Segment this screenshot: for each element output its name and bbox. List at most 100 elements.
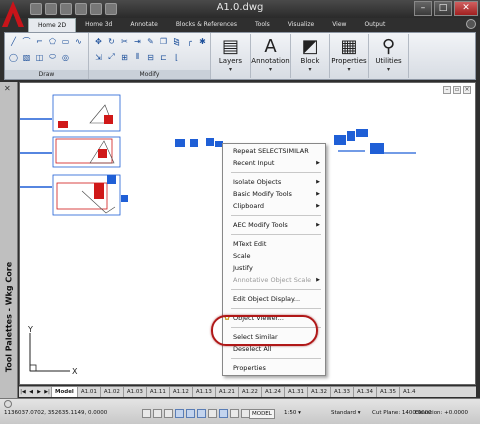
ellipse-tool-icon[interactable]: ⬭ (47, 52, 58, 62)
polygon-tool-icon[interactable]: ⬠ (47, 36, 58, 46)
boundary-tool-icon[interactable]: ◫ (34, 52, 45, 62)
palette-close-icon[interactable]: ✕ (4, 84, 11, 93)
layout-tab-a1-24[interactable]: A1.24 (260, 387, 284, 397)
layout-tab-a1-21[interactable]: A1.21 (214, 387, 238, 397)
break-tool-icon[interactable]: ⊟ (145, 52, 156, 62)
arc-tool-icon[interactable]: ⌒ (21, 36, 32, 46)
minimize-ribbon-icon[interactable] (466, 19, 476, 29)
close-button[interactable]: ✕ (454, 1, 478, 16)
layout-tab-a1-11[interactable]: A1.11 (145, 387, 169, 397)
ribbon-tab-view[interactable]: View (323, 18, 355, 32)
ribbon-tab-annotate[interactable]: Annotate (121, 18, 166, 32)
snap-toggle-icon[interactable] (142, 409, 151, 418)
array-tool-icon[interactable]: ⊞ (119, 52, 130, 62)
rectangle-tool-icon[interactable]: ▭ (60, 36, 71, 46)
annotation-button[interactable]: A Annotation ▾ (251, 34, 291, 78)
ribbon-tab-blocks-references[interactable]: Blocks & References (167, 18, 246, 32)
menu-item-aec-modify-tools[interactable]: AEC Modify Tools ▶ (223, 219, 325, 231)
status-tray-icon[interactable] (4, 400, 12, 408)
layout-tab-a1-34[interactable]: A1.34 (353, 387, 376, 397)
menu-item-properties[interactable]: Properties (223, 362, 325, 374)
layers-button[interactable]: ▤ Layers ▾ (211, 34, 251, 78)
ribbon-tab-visualize[interactable]: Visualize (279, 18, 323, 32)
dyn-toggle-icon[interactable] (219, 409, 228, 418)
ducs-toggle-icon[interactable] (208, 409, 217, 418)
rotate-tool-icon[interactable]: ↻ (106, 36, 117, 46)
modify-panel-label[interactable]: Modify (89, 70, 210, 79)
extend-tool-icon[interactable]: ⇥ (132, 36, 143, 46)
erase-tool-icon[interactable]: ✎ (145, 36, 156, 46)
menu-item-repeat-selectsimilar[interactable]: Repeat SELECTSIMILAR (223, 145, 325, 157)
selected-object[interactable] (206, 138, 214, 146)
offset-tool-icon[interactable]: ⫴ (132, 52, 143, 62)
selected-object[interactable] (334, 135, 346, 145)
hatch-tool-icon[interactable]: ▧ (21, 52, 32, 62)
tool-palette[interactable]: ✕ Tool Palettes - Wkg Core (0, 82, 18, 400)
utilities-button[interactable]: ⚲ Utilities ▾ (369, 34, 409, 78)
layout-tab-model[interactable]: Model (51, 387, 77, 397)
block-button[interactable]: ◩ Block ▾ (291, 34, 330, 78)
elevation-readout[interactable]: Elevation: +0.0000 (415, 409, 468, 418)
layout-tab-a1-31[interactable]: A1.31 (283, 387, 307, 397)
ribbon-tab-output[interactable]: Output (355, 18, 394, 32)
spline-tool-icon[interactable]: ∿ (73, 36, 84, 46)
osnap-toggle-icon[interactable] (186, 409, 195, 418)
model-space-button[interactable]: MODEL (249, 409, 275, 419)
selected-object[interactable] (370, 143, 384, 154)
maximize-button[interactable]: □ (434, 1, 452, 16)
last-layout-icon[interactable]: ▶| (43, 388, 51, 397)
menu-item-justify[interactable]: Justify (223, 262, 325, 274)
selected-object[interactable] (356, 129, 368, 137)
viewport-restore-icon[interactable]: ▫ (453, 86, 461, 94)
viewport-minimize-icon[interactable]: – (443, 86, 451, 94)
selected-object[interactable] (121, 195, 128, 202)
menu-item-scale[interactable]: Scale (223, 250, 325, 262)
menu-item-recent-input[interactable]: Recent Input ▶ (223, 157, 325, 169)
prev-layout-icon[interactable]: ◀ (27, 388, 35, 397)
selected-object[interactable] (175, 139, 185, 147)
selected-object[interactable] (190, 139, 198, 147)
ribbon-tab-home-2d[interactable]: Home 2D (28, 18, 77, 32)
lineweight-toggle-icon[interactable] (230, 409, 239, 418)
menu-item-mtext-edit[interactable]: MText Edit (223, 238, 325, 250)
layout-tab-a1-4[interactable]: A1.4 (399, 387, 419, 397)
coordinates-readout[interactable]: 1136037.0702, 352635.1149, 0.0000 (4, 410, 107, 416)
layout-tab-a1-01[interactable]: A1.01 (76, 387, 100, 397)
menu-item-basic-modify-tools[interactable]: Basic Modify Tools ▶ (223, 188, 325, 200)
menu-item-edit-object-display[interactable]: Edit Object Display... (223, 293, 325, 305)
menu-item-isolate-objects[interactable]: Isolate Objects ▶ (223, 176, 325, 188)
stretch-tool-icon[interactable]: ⇲ (93, 52, 104, 62)
visual-style-select[interactable]: Standard ▾ (331, 409, 361, 418)
selected-object[interactable] (347, 131, 355, 141)
copy-tool-icon[interactable]: ❐ (158, 36, 169, 46)
next-layout-icon[interactable]: ▶ (35, 388, 43, 397)
layout-tab-a1-02[interactable]: A1.02 (99, 387, 123, 397)
explode-tool-icon[interactable]: ✱ (197, 36, 208, 46)
layout-tab-a1-33[interactable]: A1.33 (329, 387, 353, 397)
viewport-close-icon[interactable]: × (463, 86, 471, 94)
first-layout-icon[interactable]: |◀ (19, 388, 27, 397)
line-tool-icon[interactable]: ╱ (8, 36, 19, 46)
mirror-tool-icon[interactable]: ⧎ (171, 36, 182, 46)
trim-tool-icon[interactable]: ✂ (119, 36, 130, 46)
polar-toggle-icon[interactable] (175, 409, 184, 418)
layout-tab-a1-13[interactable]: A1.13 (191, 387, 215, 397)
ribbon-tab-tools[interactable]: Tools (246, 18, 279, 32)
chamfer-tool-icon[interactable]: ⌊ (171, 52, 182, 62)
ortho-toggle-icon[interactable] (164, 409, 173, 418)
menu-item-clipboard[interactable]: Clipboard ▶ (223, 200, 325, 212)
scale-tool-icon[interactable]: ⤢ (106, 52, 117, 62)
layout-tab-a1-22[interactable]: A1.22 (237, 387, 261, 397)
annotation-scale-select[interactable]: 1:50 ▾ (284, 409, 301, 418)
selected-object[interactable] (107, 175, 116, 184)
polyline-tool-icon[interactable]: ⌐ (34, 36, 45, 46)
grid-toggle-icon[interactable] (153, 409, 162, 418)
ribbon-tab-home-3d[interactable]: Home 3d (76, 18, 121, 32)
move-tool-icon[interactable]: ✥ (93, 36, 104, 46)
otrack-toggle-icon[interactable] (197, 409, 206, 418)
draw-panel-label[interactable]: Draw (5, 70, 88, 79)
layout-tab-a1-12[interactable]: A1.12 (168, 387, 192, 397)
fillet-tool-icon[interactable]: ╭ (184, 36, 195, 46)
minimize-button[interactable]: – (414, 1, 432, 16)
layout-tab-a1-32[interactable]: A1.32 (306, 387, 330, 397)
